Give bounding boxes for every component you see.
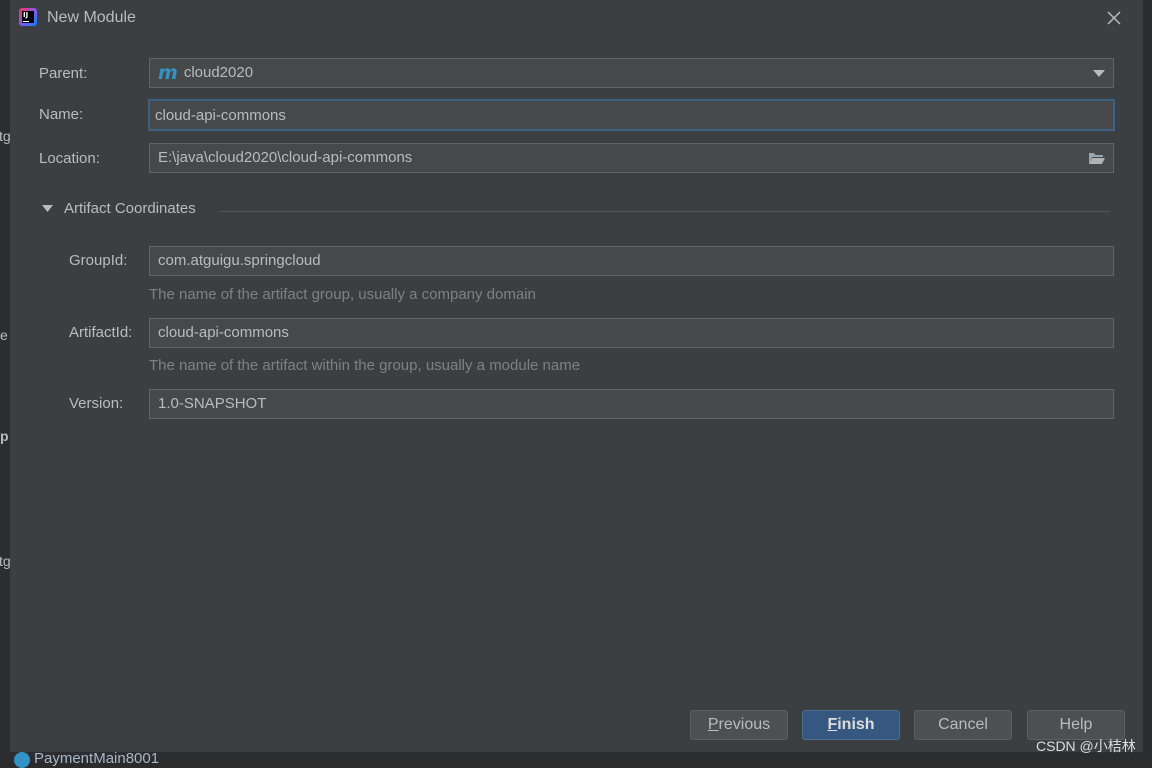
- artifactid-input[interactable]: cloud-api-commons: [149, 318, 1114, 348]
- expanded-arrow-icon: [42, 204, 53, 212]
- cancel-button[interactable]: Cancel: [914, 710, 1012, 740]
- run-config-icon: [14, 752, 30, 768]
- version-input[interactable]: 1.0-SNAPSHOT: [149, 389, 1114, 419]
- close-icon: [1107, 11, 1121, 25]
- ide-background-strip: [0, 0, 10, 762]
- version-value: 1.0-SNAPSHOT: [158, 395, 267, 412]
- background-text-fragment: e: [0, 327, 8, 343]
- artifact-coordinates-toggle[interactable]: Artifact Coordinates: [42, 200, 196, 217]
- new-module-dialog: IJ New Module Parent: m cloud2020 Name: …: [10, 0, 1144, 752]
- ide-bottom-bar: [0, 752, 1152, 762]
- intellij-app-icon: IJ: [19, 8, 37, 26]
- parent-label: Parent:: [39, 65, 88, 82]
- finish-button[interactable]: Finish: [802, 710, 900, 740]
- dialog-title: New Module: [47, 9, 136, 26]
- section-title: Artifact Coordinates: [64, 200, 196, 217]
- groupid-hint: The name of the artifact group, usually …: [149, 286, 536, 303]
- location-label: Location:: [39, 150, 100, 167]
- groupid-value: com.atguigu.springcloud: [158, 252, 321, 269]
- artifactid-value: cloud-api-commons: [158, 324, 289, 341]
- version-label: Version:: [69, 395, 124, 412]
- location-field[interactable]: E:\java\cloud2020\cloud-api-commons: [149, 143, 1114, 173]
- run-config-tab[interactable]: PaymentMain8001: [34, 750, 159, 767]
- groupid-input[interactable]: com.atguigu.springcloud: [149, 246, 1114, 276]
- parent-combobox[interactable]: m cloud2020: [149, 58, 1114, 88]
- artifactid-label: ArtifactId:: [69, 324, 133, 341]
- previous-button[interactable]: Previous: [690, 710, 788, 740]
- chevron-down-icon: [1093, 70, 1105, 77]
- dialog-title-bar[interactable]: IJ New Module: [10, 0, 1143, 36]
- section-divider: [219, 211, 1110, 212]
- close-button[interactable]: [1103, 7, 1125, 29]
- location-value: E:\java\cloud2020\cloud-api-commons: [158, 149, 413, 166]
- parent-value: cloud2020: [183, 64, 254, 81]
- name-label: Name:: [39, 106, 84, 123]
- background-text-fragment: p: [0, 428, 9, 444]
- name-input[interactable]: [148, 99, 1115, 131]
- maven-m-icon: m: [158, 62, 178, 84]
- groupid-label: GroupId:: [69, 252, 128, 269]
- folder-browse-icon[interactable]: [1088, 151, 1106, 165]
- watermark: CSDN @小桔林: [1036, 738, 1136, 754]
- artifactid-hint: The name of the artifact within the grou…: [149, 357, 581, 374]
